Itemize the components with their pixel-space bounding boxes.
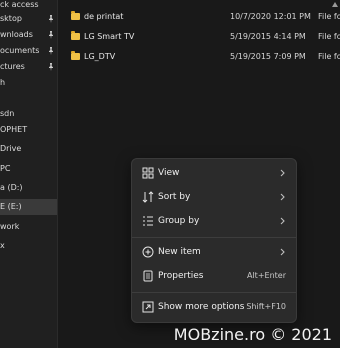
menu-item-properties[interactable]: Properties Alt+Enter [136, 265, 292, 287]
file-row[interactable]: de printat 10/7/2020 12:01 PM File fol [58, 7, 340, 27]
menu-item-view[interactable]: View [136, 162, 292, 184]
file-name: LG Smart TV [84, 32, 135, 41]
folder-icon [71, 31, 80, 40]
menu-item-label: Properties [158, 271, 204, 281]
menu-item-sort-by[interactable]: Sort by [136, 186, 292, 208]
nav-item-h[interactable]: h [0, 75, 57, 91]
file-type: File fol [318, 52, 340, 61]
shortcut-label: Shift+F10 [246, 302, 286, 311]
nav-item-documents[interactable]: ocuments [0, 43, 57, 59]
sort-icon [142, 191, 154, 203]
file-type: File fol [318, 12, 340, 21]
menu-item-group-by[interactable]: Group by [136, 210, 292, 232]
nav-item-downloads[interactable]: wnloads [0, 27, 57, 43]
show-more-options-icon [142, 301, 154, 313]
nav-item-this-pc[interactable]: PC [0, 161, 57, 177]
context-menu: View Sort by Group by New item Propertie… [131, 158, 297, 323]
menu-item-label: Sort by [158, 192, 191, 202]
properties-icon [143, 270, 153, 282]
file-date: 5/19/2015 4:14 PM [230, 32, 306, 41]
file-type: File fol [318, 32, 340, 41]
menu-item-label: View [158, 168, 180, 178]
nav-item-desktop[interactable]: sktop [0, 11, 57, 27]
file-date: 5/19/2015 7:09 PM [230, 52, 306, 61]
nav-item-label: PC [0, 164, 11, 173]
folder-icon [71, 11, 80, 20]
file-row[interactable]: LG_DTV 5/19/2015 7:09 PM File fol [58, 47, 340, 67]
nav-item-label: h [0, 78, 6, 87]
nav-item-label: sktop [0, 14, 22, 23]
folder-icon [71, 51, 80, 60]
pin-icon [49, 31, 53, 39]
nav-item-pictures[interactable]: ctures [0, 59, 57, 75]
nav-item-label: OPHET [0, 125, 28, 134]
watermark-text: MOBzine.ro © 2021 [173, 325, 332, 344]
nav-item-onedrive[interactable]: Drive [0, 141, 57, 157]
nav-item-x[interactable]: x [0, 238, 57, 254]
menu-separator [132, 237, 296, 238]
group-by-icon [143, 216, 153, 226]
nav-item-label: sdn [0, 109, 15, 118]
nav-item-label: work [0, 222, 20, 231]
nav-item-label: E (E:) [0, 202, 22, 211]
menu-item-new-item[interactable]: New item [136, 241, 292, 263]
chevron-right-icon [280, 248, 285, 256]
file-name: de printat [84, 12, 124, 21]
nav-item-label: wnloads [0, 30, 33, 39]
nav-item-label: x [0, 241, 5, 250]
menu-separator [132, 292, 296, 293]
nav-item-network[interactable]: work [0, 219, 57, 235]
nav-item-ophet[interactable]: OPHET [0, 122, 57, 138]
chevron-right-icon [280, 217, 285, 225]
chevron-right-icon [280, 169, 285, 177]
menu-item-label: Show more options [158, 302, 245, 312]
nav-item-label: a (D:) [0, 183, 23, 192]
pin-icon [49, 47, 53, 55]
nav-item-label: Drive [0, 144, 22, 153]
view-grid-icon [142, 167, 154, 179]
nav-item-label: ocuments [0, 46, 40, 55]
menu-item-label: Group by [158, 216, 200, 226]
chevron-right-icon [280, 193, 285, 201]
file-date: 10/7/2020 12:01 PM [230, 12, 311, 21]
nav-item-label: ctures [0, 62, 25, 71]
nav-item-drive-e[interactable]: E (E:) [0, 199, 57, 215]
pin-icon [49, 15, 53, 23]
new-item-plus-icon [142, 246, 154, 258]
file-name: LG_DTV [84, 52, 116, 61]
menu-item-label: New item [158, 247, 201, 257]
nav-item-sdn[interactable]: sdn [0, 106, 57, 122]
pin-icon [49, 63, 53, 71]
menu-item-show-more-options[interactable]: Show more options Shift+F10 [136, 296, 292, 318]
shortcut-label: Alt+Enter [246, 271, 286, 280]
file-row[interactable]: LG Smart TV 5/19/2015 4:14 PM File fol [58, 27, 340, 47]
navigation-pane: ck access sktop wnloads ocuments ctures … [0, 0, 58, 348]
nav-item-drive-d[interactable]: a (D:) [0, 180, 57, 196]
